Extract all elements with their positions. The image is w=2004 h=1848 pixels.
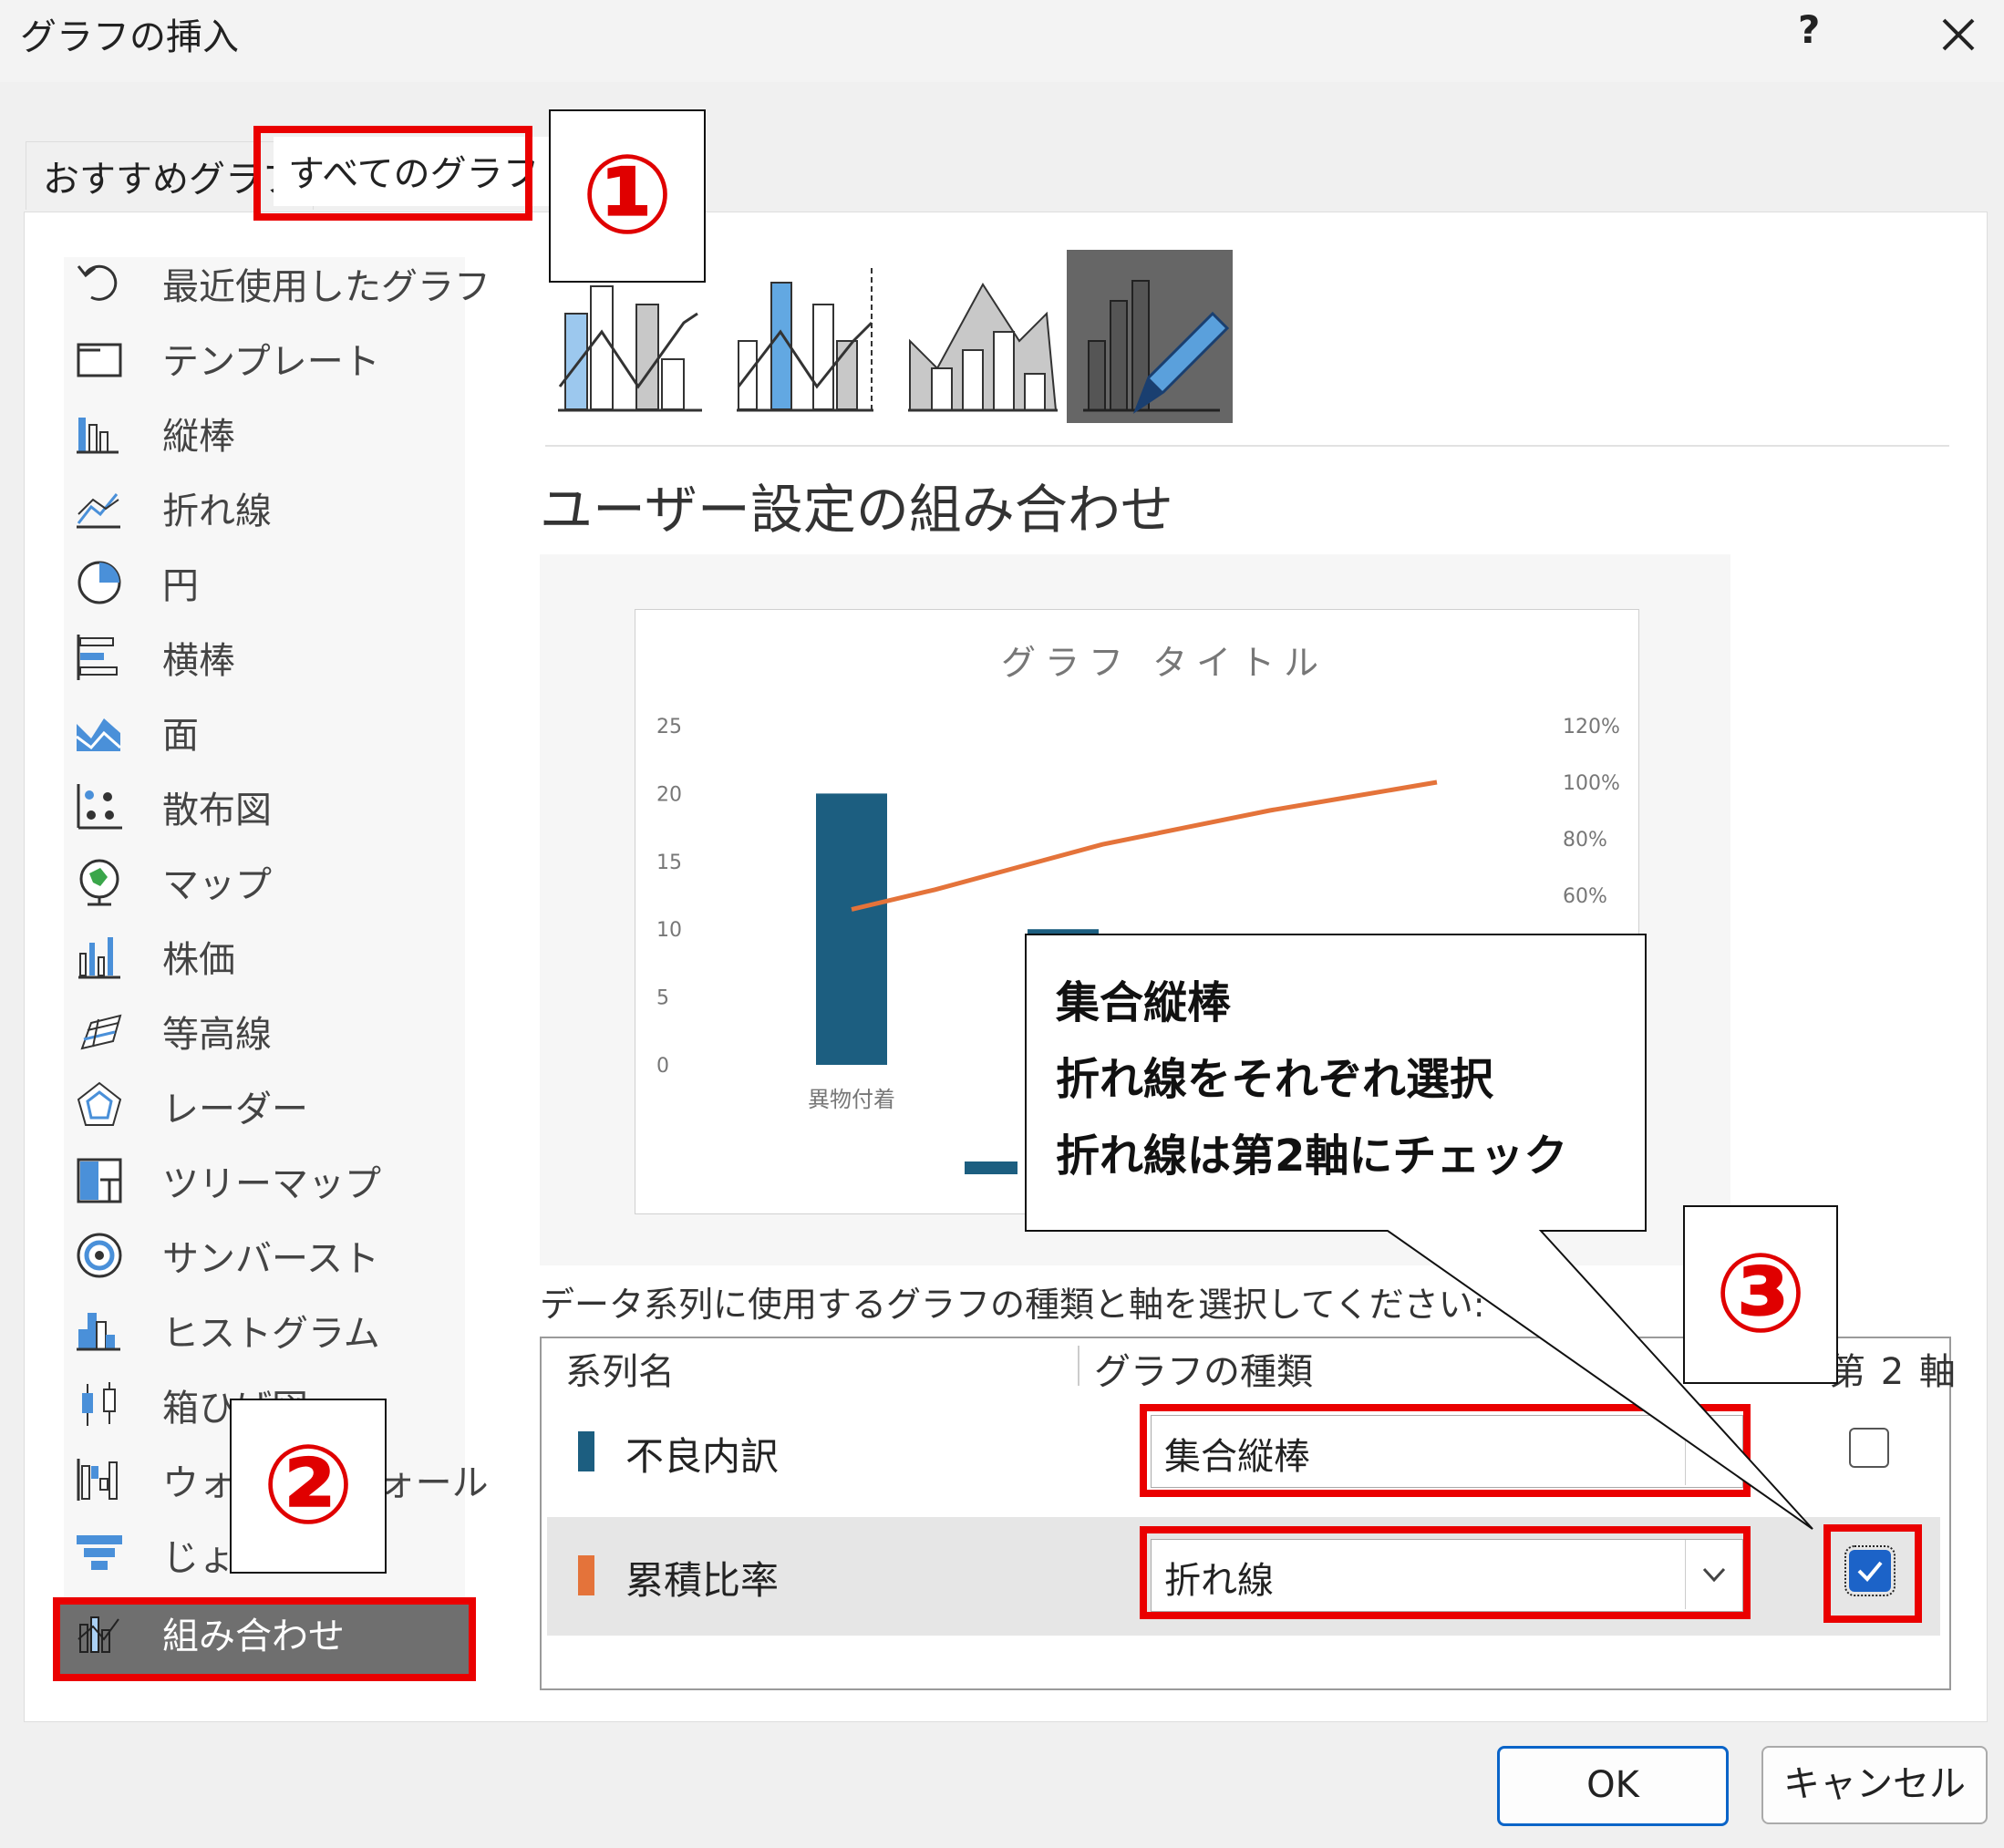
left-axis-tick-label: 5 bbox=[656, 987, 669, 1010]
category-label: テンプレート bbox=[162, 341, 380, 383]
combo-column-line-secondary-icon bbox=[737, 268, 873, 412]
column-header-series-name: 系列名 bbox=[565, 1351, 675, 1393]
category-label: 横棒 bbox=[162, 640, 235, 682]
title-bar bbox=[0, 0, 2004, 82]
area-chart-icon bbox=[73, 706, 126, 759]
category-item[interactable]: サンバースト bbox=[64, 1220, 465, 1291]
legend-swatch bbox=[965, 1161, 1017, 1174]
combo-area-column-thumbnail[interactable] bbox=[901, 250, 1067, 423]
secondary-axis-checkbox[interactable] bbox=[1849, 1428, 1889, 1468]
category-item[interactable]: マップ bbox=[64, 846, 465, 917]
category-item[interactable]: ツリーマップ bbox=[64, 1145, 465, 1216]
category-label: レーダー bbox=[162, 1089, 308, 1130]
callout-line: 折れ線をそれぞれ選択 bbox=[1056, 1054, 1494, 1105]
category-label: 円 bbox=[162, 565, 199, 607]
series-color-swatch bbox=[578, 1555, 594, 1595]
sunburst-icon bbox=[73, 1229, 126, 1282]
left-axis-tick-label: 0 bbox=[656, 1055, 669, 1078]
category-label: マップ bbox=[162, 864, 272, 906]
column-chart-icon bbox=[73, 407, 126, 459]
folder-icon bbox=[73, 332, 126, 385]
category-label: 面 bbox=[162, 715, 199, 757]
separator bbox=[545, 445, 1949, 447]
line-series-mark bbox=[851, 779, 1438, 912]
close-icon[interactable] bbox=[1931, 7, 1986, 62]
category-item[interactable]: 株価 bbox=[64, 921, 465, 992]
ok-button[interactable]: OK bbox=[1497, 1746, 1729, 1826]
series-color-swatch bbox=[578, 1431, 594, 1471]
category-axis-label: 異物付着 bbox=[808, 1087, 895, 1112]
combo-area-column-icon bbox=[908, 283, 1058, 412]
callout-text: 集合縦棒 折れ線をそれぞれ選択 折れ線は第2軸にチェック bbox=[1056, 965, 1567, 1194]
category-item[interactable]: 最近使用したグラフ bbox=[64, 248, 491, 319]
callout-line: 集合縦棒 bbox=[1056, 977, 1232, 1028]
help-button[interactable]: ? bbox=[1798, 7, 1820, 52]
category-item[interactable]: 縦棒 bbox=[64, 397, 465, 469]
stock-chart-icon bbox=[73, 930, 126, 983]
bar-chart-icon bbox=[73, 631, 126, 684]
category-label: 株価 bbox=[162, 939, 235, 981]
left-axis-tick-label: 10 bbox=[656, 919, 682, 942]
category-label: ヒストグラム bbox=[162, 1313, 380, 1355]
right-axis-tick-label: 100% bbox=[1563, 772, 1620, 795]
category-item[interactable]: 面 bbox=[64, 697, 465, 768]
category-label: 等高線 bbox=[162, 1014, 272, 1056]
waterfall-icon bbox=[73, 1453, 126, 1506]
recent-icon bbox=[73, 257, 126, 310]
scatter-chart-icon bbox=[73, 780, 126, 833]
radar-chart-icon bbox=[73, 1079, 126, 1132]
category-item[interactable]: レーダー bbox=[64, 1070, 465, 1141]
custom-combination-thumbnail[interactable] bbox=[1067, 250, 1233, 423]
box-whisker-icon bbox=[73, 1378, 126, 1431]
category-item[interactable]: ヒストグラム bbox=[64, 1295, 465, 1366]
treemap-icon bbox=[73, 1154, 126, 1207]
category-item[interactable]: 円 bbox=[64, 547, 465, 618]
category-item[interactable]: 等高線 bbox=[64, 996, 465, 1067]
series-name: 不良内訳 bbox=[625, 1434, 780, 1479]
pie-chart-icon bbox=[73, 556, 126, 609]
category-label: 最近使用したグラフ bbox=[162, 266, 491, 308]
custom-combo-pencil-icon bbox=[1083, 280, 1230, 414]
right-axis-tick-label: 60% bbox=[1563, 885, 1607, 908]
step-2-marker: ② bbox=[230, 1399, 387, 1574]
funnel-icon bbox=[73, 1528, 126, 1581]
left-axis-tick-label: 15 bbox=[656, 852, 682, 874]
right-axis-tick-label: 80% bbox=[1563, 829, 1607, 852]
column-header-secondary-axis: 第 2 軸 bbox=[1829, 1351, 1958, 1393]
category-item[interactable]: 横棒 bbox=[64, 622, 465, 693]
category-label: ツリーマップ bbox=[162, 1163, 381, 1205]
category-label: 散布図 bbox=[162, 790, 272, 831]
surface-chart-icon bbox=[73, 1005, 126, 1058]
histogram-icon bbox=[73, 1304, 126, 1357]
line-chart-icon bbox=[73, 481, 126, 534]
highlight-combo-category bbox=[53, 1597, 476, 1681]
category-label: 折れ線 bbox=[162, 490, 272, 532]
chart-subtype-title: ユーザー設定の組み合わせ bbox=[540, 479, 1173, 541]
left-axis-tick-label: 20 bbox=[656, 783, 682, 806]
highlight-all-charts-tab bbox=[253, 126, 532, 221]
category-item[interactable]: 散布図 bbox=[64, 771, 465, 842]
series-name: 累積比率 bbox=[625, 1558, 780, 1603]
category-item[interactable]: 折れ線 bbox=[64, 472, 465, 543]
category-label: サンバースト bbox=[162, 1238, 379, 1280]
step-1-marker: ① bbox=[549, 109, 706, 283]
dialog-title: グラフの挿入 bbox=[20, 16, 239, 58]
globe-icon bbox=[73, 855, 126, 908]
callout-line: 折れ線は第2軸にチェック bbox=[1056, 1130, 1568, 1182]
right-axis-tick-label: 120% bbox=[1563, 716, 1620, 738]
cancel-button[interactable]: キャンセル bbox=[1761, 1746, 1988, 1824]
category-label: 縦棒 bbox=[162, 416, 235, 458]
category-item[interactable]: テンプレート bbox=[64, 323, 465, 394]
left-axis-tick-label: 25 bbox=[656, 716, 682, 738]
combo-column-line-secondary-thumbnail[interactable] bbox=[726, 250, 892, 423]
bar-mark bbox=[816, 793, 887, 1065]
